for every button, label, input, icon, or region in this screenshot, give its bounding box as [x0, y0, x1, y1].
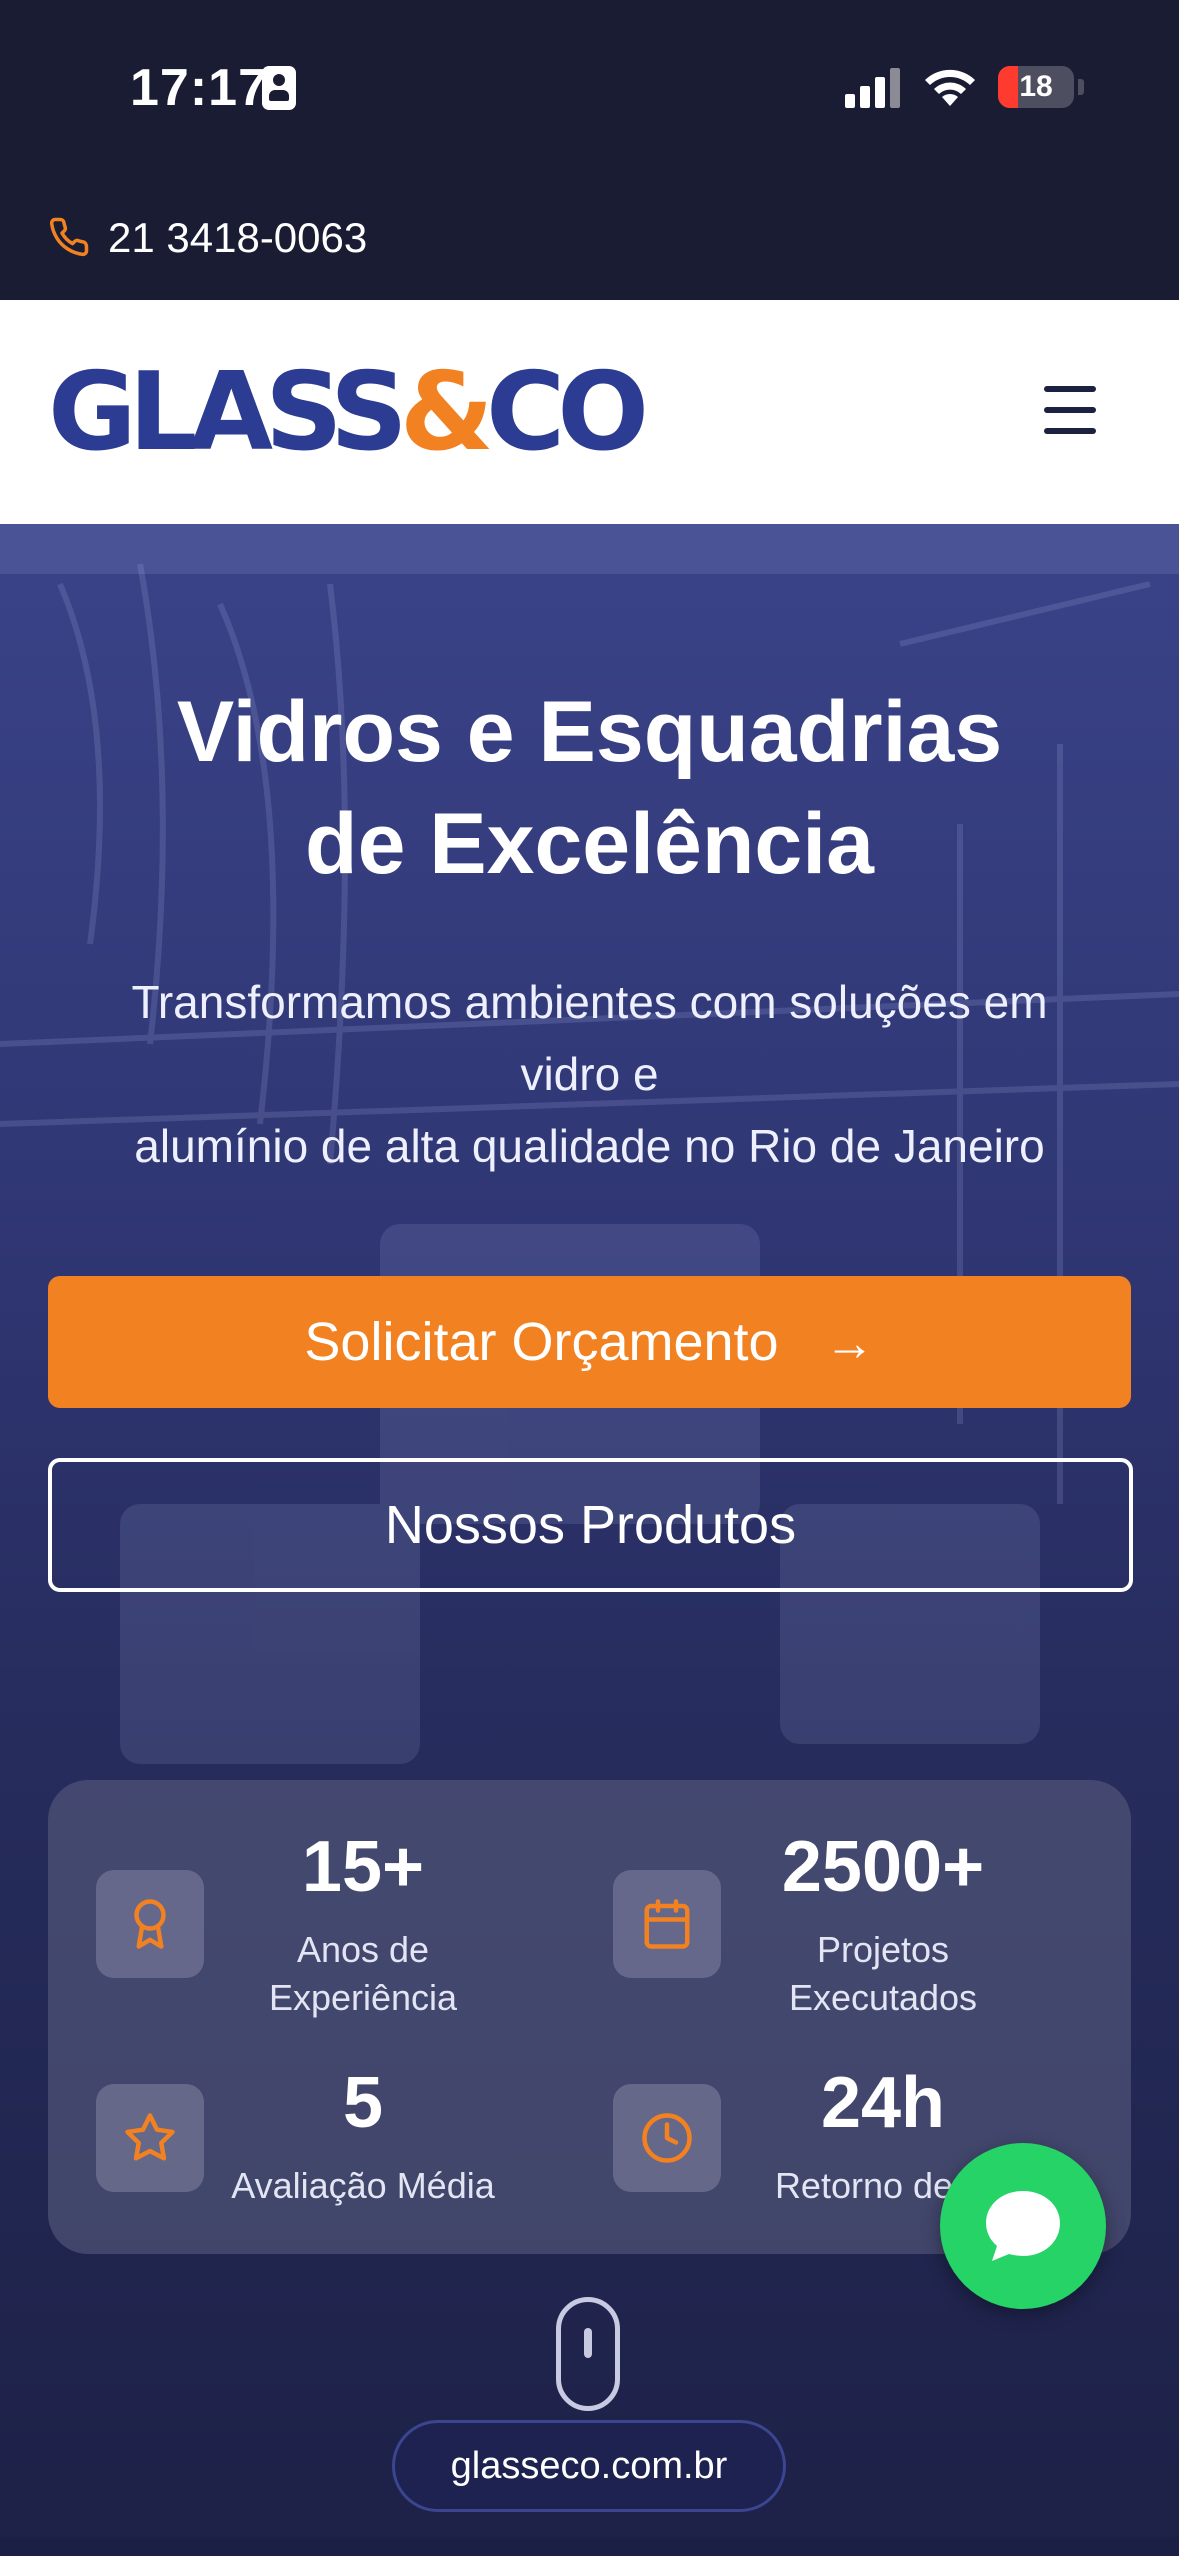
glass-co-logo[interactable]: GLASS&CO [48, 358, 649, 468]
hero-subtitle-line-3: alumínio de alta qualidade no Rio de Jan… [134, 1120, 1045, 1172]
whatsapp-chat-icon [986, 2191, 1060, 2261]
contact-card-icon [262, 66, 296, 110]
request-quote-button[interactable]: Solicitar Orçamento → [48, 1276, 1131, 1408]
whatsapp-chat-button[interactable] [940, 2143, 1106, 2309]
hero-title-line-1: Vidros e Esquadrias [176, 684, 1003, 780]
site-header: GLASS&CO [0, 300, 1179, 524]
phone-number-link[interactable]: 21 3418-0063 [108, 214, 367, 262]
our-products-button[interactable]: Nossos Produtos [48, 1458, 1133, 1592]
stat-years-label: Anos de Experiência [268, 1929, 458, 2018]
battery-level: 18 [1019, 70, 1053, 103]
calendar-icon [613, 1870, 721, 1978]
star-icon [96, 2084, 204, 2192]
cellular-signal-icon [845, 68, 901, 108]
status-time: 17:17 [130, 59, 268, 117]
our-products-label: Nossos Produtos [384, 1495, 797, 1555]
stat-projects-value: 2500+ [781, 1827, 985, 1907]
phone-icon [49, 217, 89, 257]
logo-text-glass: GLASS [48, 350, 408, 475]
request-quote-label: Solicitar Orçamento [304, 1312, 779, 1372]
stat-response-value: 24h [820, 2063, 946, 2143]
wifi-icon [925, 69, 975, 106]
hero-subtitle: Transformamos ambientes com soluções em … [60, 966, 1119, 1182]
hero-title: Vidros e Esquadrias de Excelência [0, 676, 1179, 900]
contact-bar: 21 3418-0063 [0, 180, 1179, 300]
battery-nub [1078, 79, 1084, 95]
stat-years-value: 15+ [301, 1827, 425, 1907]
hero-subtitle-line-2: vidro e [520, 1048, 659, 1100]
hero-title-line-2: de Excelência [305, 796, 874, 892]
stat-rating-value: 5 [342, 2063, 384, 2143]
logo-text-co: CO [485, 350, 649, 475]
hamburger-menu-icon[interactable] [1040, 384, 1100, 436]
hero-subtitle-line-1: Transformamos ambientes com soluções em [131, 976, 1048, 1028]
logo-ampersand: & [399, 350, 494, 475]
clock-icon [613, 2084, 721, 2192]
mouse-scroll-icon [556, 2297, 620, 2411]
bottom-edge [0, 2538, 1179, 2556]
arrow-right-icon: → [824, 1315, 875, 1371]
battery-indicator: 18 [998, 66, 1074, 108]
status-bar: 17:17 18 [0, 0, 1179, 180]
award-ribbon-icon [96, 1870, 204, 1978]
browser-url-bar[interactable]: glasseco.com.br [392, 2420, 786, 2512]
stat-projects-label: Projetos Executados [788, 1929, 978, 2018]
stat-rating-label: Avaliação Média [231, 2165, 495, 2206]
